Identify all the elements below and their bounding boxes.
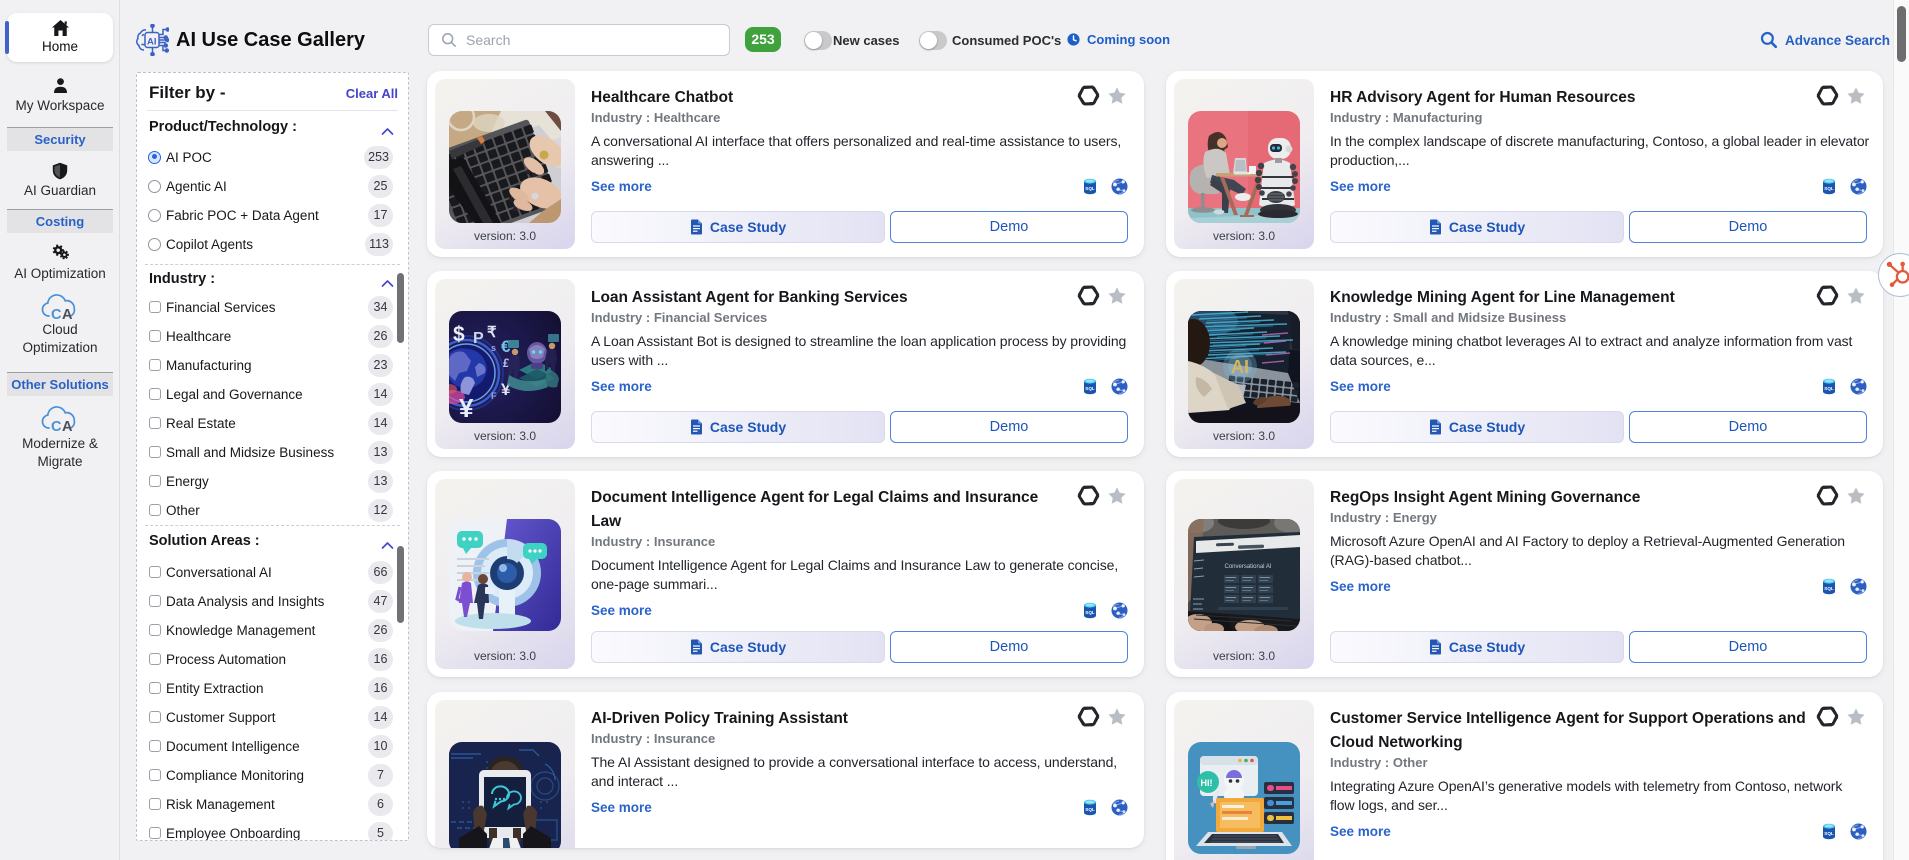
svg-text:₹: ₹ (487, 324, 497, 341)
svg-text:SQL: SQL (1824, 386, 1834, 391)
svg-text:s: s (491, 343, 496, 353)
svg-text:Conversational AI: Conversational AI (1224, 564, 1271, 570)
svg-text:AI: AI (1231, 357, 1249, 377)
svg-text:A: A (62, 419, 73, 434)
svg-text:¥: ¥ (459, 393, 474, 423)
svg-text:SQL: SQL (1085, 807, 1095, 812)
svg-text:P: P (473, 330, 484, 347)
svg-text:HI!: HI! (1201, 778, 1213, 788)
svg-text:$: $ (453, 323, 465, 346)
svg-text:SQL: SQL (1824, 186, 1834, 191)
svg-text:C: C (51, 419, 62, 434)
svg-text:SQL: SQL (1085, 610, 1095, 615)
svg-text:F: F (491, 391, 497, 401)
svg-text:SQL: SQL (1085, 186, 1095, 191)
svg-text:SQL: SQL (1824, 831, 1834, 836)
svg-text:SQL: SQL (1085, 386, 1095, 391)
svg-text:SQL: SQL (1824, 586, 1834, 591)
svg-text:A: A (62, 307, 73, 322)
svg-text:C: C (51, 307, 62, 322)
svg-text:AI: AI (147, 37, 157, 48)
